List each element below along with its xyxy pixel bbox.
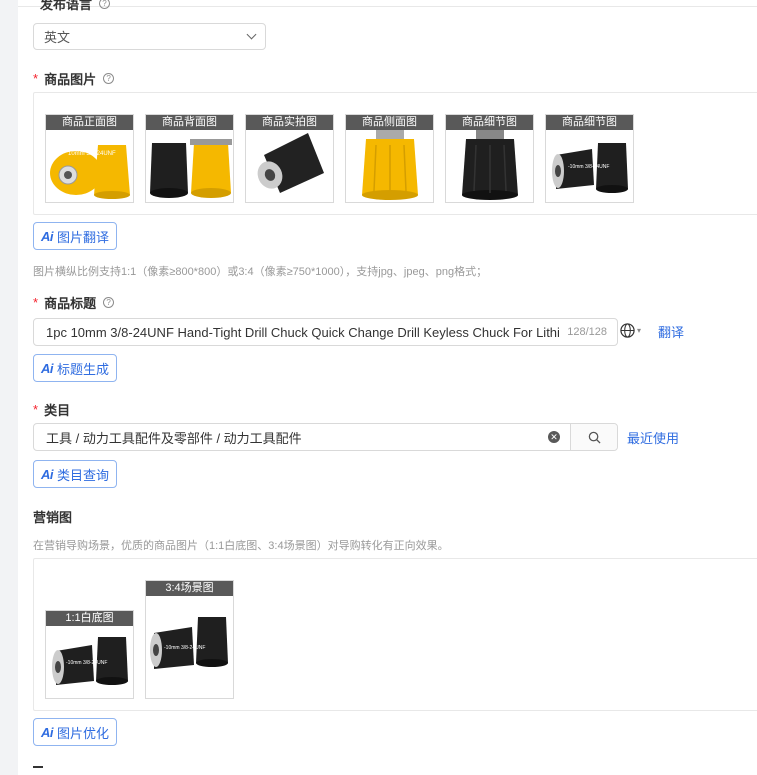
thumb-caption: 商品背面图	[146, 115, 233, 130]
caret-down-icon: ▾	[637, 326, 642, 335]
product-image-thumb[interactable]: 商品细节图	[445, 114, 534, 203]
category-value: 工具 / 动力工具配件及零部件 / 动力工具配件	[46, 430, 302, 446]
required-mark: *	[33, 295, 39, 310]
category-search-button[interactable]	[570, 424, 617, 450]
image-overlay-text: -10mm 3/8-24UNF	[66, 660, 108, 666]
product-form: 发布语言 ? 英文 * 商品图片 ? 商品正面图 10mm 3/8-24UNF …	[18, 0, 757, 775]
image-overlay-text: -10mm 3/8-24UNF	[568, 164, 610, 170]
thumb-caption: 3:4场景图	[146, 581, 233, 596]
title-generate-button[interactable]: Ai 标题生成	[33, 354, 118, 382]
language-select-value: 英文	[44, 30, 71, 45]
product-image-thumb[interactable]: 商品细节图 -10mm 3/8-24UNF	[545, 114, 634, 203]
image-overlay-text: -10mm 3/8-24UNF	[164, 645, 206, 651]
language-label: 发布语言 ?	[40, 0, 111, 13]
thumb-caption: 商品细节图	[446, 115, 533, 130]
image-optimize-button[interactable]: Ai 图片优化	[33, 718, 118, 746]
thumb-caption: 商品细节图	[546, 115, 633, 130]
product-images-label: * 商品图片 ?	[33, 69, 115, 88]
product-image-thumb[interactable]: 商品正面图 10mm 3/8-24UNF	[45, 114, 134, 203]
category-label: * 类目	[33, 402, 71, 418]
divider	[18, 6, 757, 7]
ai-icon: Ai	[41, 228, 54, 244]
category-input[interactable]: 工具 / 动力工具配件及零部件 / 动力工具配件 ✕	[33, 423, 618, 451]
product-image-thumb[interactable]: 商品实拍图	[245, 114, 334, 203]
help-icon[interactable]: ?	[99, 0, 111, 9]
thumb-caption: 商品正面图	[46, 115, 133, 130]
left-gutter	[0, 0, 18, 775]
product-title-label: * 商品标题 ?	[33, 293, 115, 312]
image-translate-button[interactable]: Ai 图片翻译	[33, 222, 118, 250]
drill-chuck-image	[150, 617, 228, 669]
product-images-panel: 商品正面图 10mm 3/8-24UNF 商品背面图 商品实拍图 商品侧面图 商…	[33, 92, 757, 215]
translate-link[interactable]: 翻译	[658, 322, 684, 341]
language-select[interactable]: 英文	[33, 23, 266, 50]
marketing-image-thumb[interactable]: 1:1白底图 -10mm 3/8-24UNF	[45, 610, 134, 699]
chevron-down-icon	[246, 29, 257, 40]
thumb-caption: 商品侧面图	[346, 115, 433, 130]
ai-icon: Ai	[41, 466, 54, 482]
recent-used-link[interactable]: 最近使用	[627, 428, 679, 447]
marketing-images-panel: 1:1白底图 -10mm 3/8-24UNF 3:4场景图 -10mm 3/8-…	[33, 558, 757, 711]
thumb-caption: 商品实拍图	[246, 115, 333, 130]
clear-icon[interactable]: ✕	[548, 431, 560, 443]
required-mark: *	[33, 402, 39, 417]
category-query-button[interactable]: Ai 类目查询	[33, 460, 118, 488]
globe-icon	[620, 323, 635, 338]
image-overlay-text: 10mm 3/8-24UNF	[68, 151, 116, 157]
product-title-input[interactable]: 1pc 10mm 3/8-24UNF Hand-Tight Drill Chuc…	[33, 318, 618, 346]
product-title-value: 1pc 10mm 3/8-24UNF Hand-Tight Drill Chuc…	[46, 324, 560, 340]
marketing-image-thumb[interactable]: 3:4场景图 -10mm 3/8-24UNF	[145, 580, 234, 699]
marketing-images-label: 营销图	[33, 510, 73, 525]
ai-icon: Ai	[41, 360, 54, 376]
image-format-hint: 图片横纵比例支持1:1（像素≥800*800）或3:4（像素≥750*1000）…	[33, 266, 488, 278]
thumb-caption: 1:1白底图	[46, 611, 133, 626]
help-icon[interactable]: ?	[103, 73, 115, 84]
next-section-label-fragment	[33, 766, 43, 768]
char-counter: 128/128	[567, 326, 607, 338]
ai-icon: Ai	[41, 724, 54, 740]
product-image-thumb[interactable]: 商品背面图	[145, 114, 234, 203]
marketing-hint: 在营销导购场景，优质的商品图片（1:1白底图、3:4场景图）对导购转化有正向效果…	[33, 540, 449, 552]
help-icon[interactable]: ?	[103, 297, 115, 308]
search-icon	[588, 431, 601, 444]
required-mark: *	[33, 71, 39, 86]
product-image-thumb[interactable]: 商品侧面图	[345, 114, 434, 203]
language-switcher[interactable]: ▾	[620, 323, 641, 338]
